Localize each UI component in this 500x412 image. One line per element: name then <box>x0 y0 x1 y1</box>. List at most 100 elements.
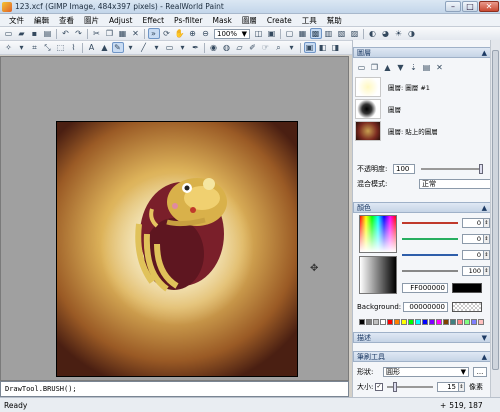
menu-image[interactable]: 圖片 <box>79 15 104 26</box>
palette-swatch[interactable] <box>471 319 477 325</box>
menu-layer[interactable]: 圖層 <box>237 15 262 26</box>
pen-tool-icon[interactable]: ✒ <box>190 42 202 53</box>
menu-create[interactable]: Create <box>262 16 297 25</box>
layer-item[interactable]: 圖層: 貼上的圖層 <box>355 120 485 142</box>
expand-icon[interactable]: ▼ <box>482 334 487 342</box>
color-panel-header[interactable]: 顏色 ▲ <box>353 202 491 213</box>
scrollbar-thumb[interactable] <box>492 50 499 370</box>
size-slider[interactable] <box>387 382 433 392</box>
slider-track[interactable] <box>402 238 458 240</box>
brush-options-icon[interactable]: ▾ <box>125 42 137 53</box>
layers-panel-header[interactable]: 圖層 ▲ <box>353 47 491 58</box>
color-spectrum[interactable] <box>359 215 397 253</box>
red-channel-slider[interactable]: 0 ⇕ <box>402 217 490 229</box>
new-file-icon[interactable]: ▭ <box>3 28 15 39</box>
foreground-swatch[interactable] <box>452 283 482 293</box>
shape-more-button[interactable]: ... <box>473 367 487 377</box>
palette-swatch[interactable] <box>366 319 372 325</box>
red-eye-icon[interactable]: ◉ <box>208 42 220 53</box>
clone-stamp-icon[interactable]: ◍ <box>221 42 233 53</box>
shape-options-icon[interactable]: ▾ <box>177 42 189 53</box>
image-canvas[interactable] <box>56 121 298 377</box>
rotate-icon[interactable]: ⟳ <box>161 28 173 39</box>
opacity-slider[interactable] <box>421 164 483 174</box>
size-check[interactable]: ✓ <box>375 383 383 391</box>
slider-track[interactable] <box>402 254 458 256</box>
menu-file[interactable]: 文件 <box>4 15 29 26</box>
canvas-area[interactable]: ✥ <box>0 56 349 381</box>
layer-up-icon[interactable]: ▲ <box>382 62 394 73</box>
redo-icon[interactable]: ↷ <box>73 28 85 39</box>
window-icon[interactable]: ▢ <box>284 28 296 39</box>
mode-normal-icon[interactable]: ▣ <box>303 42 316 53</box>
menu-help[interactable]: 幫助 <box>322 15 347 26</box>
blue-value[interactable]: 0 <box>462 250 484 260</box>
palette-swatch[interactable] <box>401 319 407 325</box>
layer-item[interactable]: 圖層 <box>355 98 485 120</box>
fill-icon[interactable]: ▲ <box>99 42 111 53</box>
paste-icon[interactable]: ▦ <box>117 28 129 39</box>
palette-swatch[interactable] <box>394 319 400 325</box>
slider-track[interactable] <box>402 270 458 272</box>
contrast-icon[interactable]: ◐ <box>367 28 379 39</box>
palette-swatch[interactable] <box>457 319 463 325</box>
magic-wand-icon[interactable]: ✧ <box>3 42 15 53</box>
zoom-in-icon[interactable]: ⊕ <box>187 28 199 39</box>
zoom-select[interactable]: 100% ▼ <box>214 28 250 39</box>
new-layer-icon[interactable]: ▭ <box>356 62 368 73</box>
background-swatch[interactable] <box>452 302 482 312</box>
palette-swatch[interactable] <box>359 319 365 325</box>
slider-track[interactable] <box>402 222 458 224</box>
palette-swatch[interactable] <box>429 319 435 325</box>
hex-input[interactable]: FF000000 <box>402 283 448 293</box>
delete-icon[interactable]: ✕ <box>130 28 142 39</box>
mode-subtract-icon[interactable]: ◨ <box>330 42 342 53</box>
palette-swatch[interactable] <box>478 319 484 325</box>
palette-swatch[interactable] <box>415 319 421 325</box>
palette-swatch[interactable] <box>373 319 379 325</box>
layer-item[interactable]: 圖層: 圖層 #1 <box>355 76 485 98</box>
slider-thumb[interactable] <box>393 382 397 392</box>
spinner-icon[interactable]: ⇕ <box>459 382 465 392</box>
hand-icon[interactable]: ✋ <box>174 28 186 39</box>
palette-swatch[interactable] <box>408 319 414 325</box>
lasso-icon[interactable]: ⌇ <box>68 42 80 53</box>
open-folder-icon[interactable]: ▰ <box>16 28 28 39</box>
palette-swatch[interactable] <box>380 319 386 325</box>
text-tool-icon[interactable]: A <box>86 42 98 53</box>
crop-icon[interactable]: ⌗ <box>29 42 41 53</box>
collapse-icon[interactable]: ▲ <box>482 49 487 57</box>
minimize-button[interactable]: – <box>445 1 461 12</box>
palette-swatch[interactable] <box>450 319 456 325</box>
copy-icon[interactable]: ❐ <box>104 28 116 39</box>
menu-mask[interactable]: Mask <box>208 16 237 25</box>
menu-view[interactable]: 查看 <box>54 15 79 26</box>
layers-view-icon[interactable]: ▥ <box>323 28 335 39</box>
opacity-input[interactable]: 100 <box>393 164 415 174</box>
description-panel-header[interactable]: 描述 ▼ <box>353 332 491 343</box>
script-console[interactable]: DrawTool.BRUSH(); <box>0 381 349 397</box>
size-input[interactable]: 15 <box>437 382 459 392</box>
selection-arrow-icon[interactable]: ▾ <box>16 42 28 53</box>
hue-icon[interactable]: ◑ <box>406 28 418 39</box>
palette-swatch[interactable] <box>422 319 428 325</box>
background-input[interactable]: 00000000 <box>403 302 448 312</box>
collapse-icon[interactable]: ▲ <box>482 353 487 361</box>
brush-tool-icon[interactable]: ✎ <box>111 42 124 53</box>
zoom-fit-icon[interactable]: ◫ <box>253 28 265 39</box>
brightness-icon[interactable]: ☀ <box>393 28 405 39</box>
palette-swatch[interactable] <box>387 319 393 325</box>
transform-icon[interactable]: ⤡ <box>42 42 54 53</box>
close-button[interactable]: ✕ <box>479 1 499 12</box>
magnify-icon[interactable]: ⌕ <box>273 42 285 53</box>
palette-swatch[interactable] <box>436 319 442 325</box>
grid-icon[interactable]: ▦ <box>297 28 309 39</box>
eraser-icon[interactable]: ▱ <box>234 42 246 53</box>
slider-thumb[interactable] <box>479 164 483 174</box>
menu-adjust[interactable]: Adjust <box>104 16 137 25</box>
green-value[interactable]: 0 <box>462 234 484 244</box>
menu-effect[interactable]: Effect <box>137 16 169 25</box>
print-icon[interactable]: ▤ <box>42 28 54 39</box>
palette-swatch[interactable] <box>464 319 470 325</box>
zoom-out-icon[interactable]: ⊖ <box>200 28 212 39</box>
